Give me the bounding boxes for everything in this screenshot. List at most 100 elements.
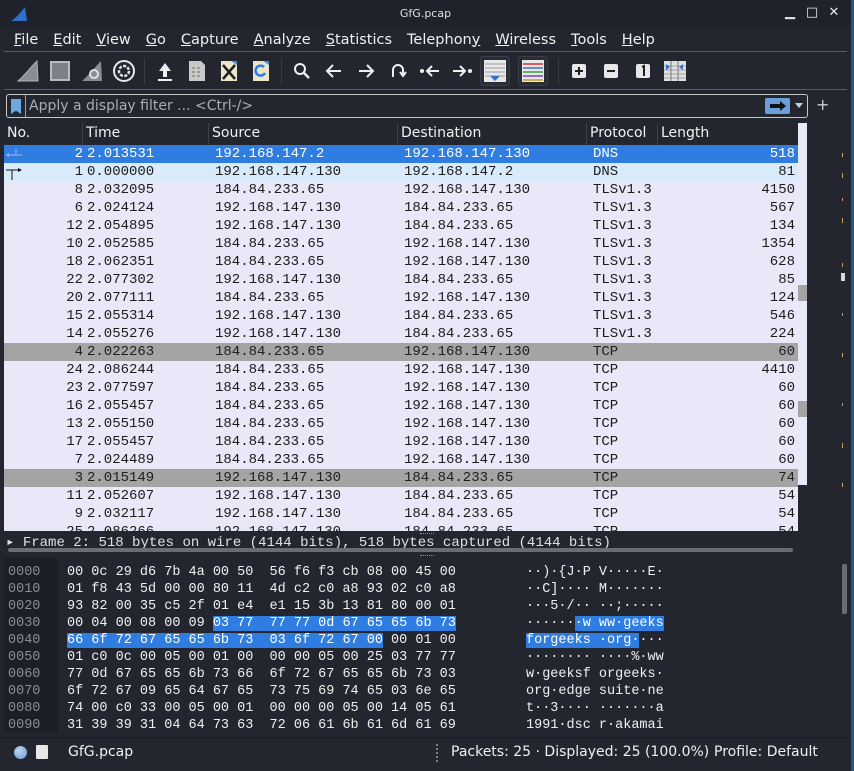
go-to-packet-button[interactable] (384, 57, 412, 85)
ascii-bytes[interactable]: forgeeks ·org···· (526, 632, 664, 649)
ascii-bytes[interactable]: 1991·dsc r·akamai (526, 717, 664, 734)
hex-bytes[interactable]: 77 0d 67 65 65 6b 73 66 6f 72 67 65 65 6… (67, 666, 456, 683)
expert-info-icon[interactable] (14, 746, 27, 759)
cell-proto: TLSv1.3 (593, 182, 652, 198)
apply-filter-button[interactable] (765, 98, 790, 114)
profile-switcher[interactable]: Profile: Default (714, 744, 818, 760)
packet-row[interactable]: 16 2.055457 184.84.233.65 192.168.147.130 TC… (4, 397, 798, 415)
packet-row[interactable]: 2 2.013531 192.168.147.2 192.168.147.130 DNS… (4, 145, 798, 163)
ascii-bytes[interactable]: ·······w ww·geeks (526, 615, 664, 632)
column-header-source[interactable]: Source (209, 123, 398, 145)
menu-tools[interactable]: Tools (569, 32, 609, 48)
hex-segment: 6f 72 67 09 65 64 67 65 73 75 69 74 65 0… (67, 684, 456, 699)
column-header-destination[interactable]: Destination (398, 123, 587, 145)
add-filter-button[interactable]: + (816, 95, 829, 114)
packet-row[interactable]: 24 2.086244 184.84.233.65 192.168.147.130 TC… (4, 361, 798, 379)
colorize-button[interactable] (518, 55, 548, 86)
details-horizontal-scrollbar[interactable] (8, 548, 793, 552)
packet-row[interactable]: 7 2.024489 184.84.233.65 192.168.147.130 TCP… (4, 451, 798, 469)
column-header-length[interactable]: Length (658, 123, 798, 145)
stop-capture-button[interactable] (46, 57, 74, 85)
menu-analyze[interactable]: Analyze (252, 32, 313, 48)
packet-list-scrollbar[interactable] (798, 123, 807, 485)
packet-row[interactable]: 18 2.062351 184.84.233.65 192.168.147.130 TL… (4, 253, 798, 271)
capture-comment-icon[interactable] (36, 745, 48, 759)
zoom-out-button[interactable] (597, 57, 625, 85)
save-file-button[interactable] (183, 57, 211, 85)
menu-help[interactable]: Help (620, 32, 657, 48)
packet-row[interactable]: 3 2.015149 192.168.147.130 184.84.233.65 TCP… (4, 469, 798, 487)
ascii-bytes[interactable]: w·geeksf orgeeks· (526, 666, 664, 683)
menu-statistics[interactable]: Statistics (324, 32, 394, 48)
packet-row[interactable]: 9 2.032117 192.168.147.130 184.84.233.65 TCP… (4, 505, 798, 523)
packet-row[interactable]: 11 2.052607 192.168.147.130 184.84.233.65 TC… (4, 487, 798, 505)
packet-row[interactable]: 23 2.077597 184.84.233.65 192.168.147.130 TC… (4, 379, 798, 397)
packet-row[interactable]: 20 2.077111 184.84.233.65 192.168.147.130 TL… (4, 289, 798, 307)
packet-row[interactable]: 10 2.052585 184.84.233.65 192.168.147.130 TL… (4, 235, 798, 253)
menu-file[interactable]: File (12, 32, 40, 48)
column-header-time[interactable]: Time (83, 123, 209, 145)
packet-row[interactable]: 17 2.055457 184.84.233.65 192.168.147.130 TC… (4, 433, 798, 451)
restart-capture-button[interactable] (78, 57, 106, 85)
packet-row[interactable]: 8 2.032095 184.84.233.65 192.168.147.130 TLS… (4, 181, 798, 199)
close-file-button[interactable] (215, 57, 243, 85)
auto-scroll-button[interactable] (480, 55, 510, 86)
resize-columns-button[interactable] (661, 57, 689, 85)
filter-history-dropdown[interactable] (795, 103, 803, 108)
packet-row[interactable]: 22 2.077302 192.168.147.130 184.84.233.65 TL… (4, 271, 798, 289)
packet-minimap[interactable] (840, 123, 846, 531)
packet-row[interactable]: 4 2.022263 184.84.233.65 192.168.147.130 TCP… (4, 343, 798, 361)
ascii-bytes[interactable]: ··C]···· M······· (526, 581, 664, 598)
packet-row[interactable]: 13 2.055150 184.84.233.65 192.168.147.130 TC… (4, 415, 798, 433)
ascii-bytes[interactable]: ··)·{J·P V·····E· (526, 564, 664, 581)
menu-wireless[interactable]: Wireless (493, 32, 558, 48)
ascii-bytes[interactable]: t··3···· ·······a (526, 700, 664, 717)
capture-options-button[interactable] (110, 57, 138, 85)
filter-bookmark-icon[interactable] (11, 99, 21, 114)
ascii-bytes[interactable]: org·edge suite·ne (526, 683, 664, 700)
hex-bytes[interactable]: 01 c0 0c 00 05 00 01 00 00 00 05 00 25 0… (67, 649, 456, 666)
maximize-button[interactable]: □ (804, 5, 820, 21)
toolbar-separator (144, 57, 145, 84)
reload-file-button[interactable] (247, 57, 275, 85)
close-button[interactable]: ✕ (826, 5, 842, 21)
column-header-no[interactable]: No. (4, 123, 83, 145)
start-capture-button[interactable] (14, 57, 42, 85)
hex-bytes[interactable]: 66 6f 72 67 65 65 6b 73 03 6f 72 67 00 0… (67, 632, 456, 649)
hex-bytes[interactable]: 01 f8 43 5d 00 00 80 11 4d c2 c0 a8 93 0… (67, 581, 456, 598)
menu-capture[interactable]: Capture (179, 32, 241, 48)
hex-bytes[interactable]: 00 0c 29 d6 7b 4a 00 50 56 f6 f3 cb 08 0… (67, 564, 456, 581)
zoom-in-button[interactable] (565, 57, 593, 85)
minimize-button[interactable]: ▁ (782, 5, 798, 21)
hex-bytes[interactable]: 00 04 00 08 00 09 03 77 77 77 0d 67 65 6… (67, 615, 456, 632)
find-packet-button[interactable] (288, 57, 316, 85)
ascii-bytes[interactable]: ···5·/·· ··;····· (526, 598, 664, 615)
packet-row[interactable]: 6 2.024124 192.168.147.130 184.84.233.65 TLS… (4, 199, 798, 217)
open-file-button[interactable] (151, 57, 179, 85)
packet-row[interactable]: 14 2.055276 192.168.147.130 184.84.233.65 TL… (4, 325, 798, 343)
hex-bytes[interactable]: 74 00 c0 33 00 05 00 01 00 00 00 05 00 1… (67, 700, 456, 717)
packet-row[interactable]: 1 0.000000 192.168.147.130 192.168.147.2 DNS… (4, 163, 798, 181)
normal-size-button[interactable] (629, 57, 657, 85)
menu-view[interactable]: View (94, 32, 132, 48)
go-back-button[interactable] (320, 57, 348, 85)
hex-bytes[interactable]: 93 82 00 35 c5 2f 01 e4 e1 15 3b 13 81 8… (67, 598, 456, 615)
start-capture-icon (16, 59, 39, 81)
go-forward-button[interactable] (352, 57, 380, 85)
menu-telephony[interactable]: Telephony (405, 32, 482, 48)
packet-row[interactable]: 252.086266192.168.147.130184.84.233.65TC… (4, 523, 798, 531)
packet-row[interactable]: 15 2.055314 192.168.147.130 184.84.233.65 TL… (4, 307, 798, 325)
hex-bytes[interactable]: 6f 72 67 09 65 64 67 65 73 75 69 74 65 0… (67, 683, 456, 700)
go-last-packet-button[interactable] (448, 57, 476, 85)
column-header-protocol[interactable]: Protocol (587, 123, 658, 145)
cell-proto: TCP (593, 452, 619, 468)
menu-edit[interactable]: Edit (51, 32, 83, 48)
resize-columns-icon (664, 60, 686, 81)
bytes-scrollbar[interactable] (842, 564, 847, 614)
menu-go[interactable]: Go (144, 32, 168, 48)
display-filter-input[interactable] (29, 96, 759, 116)
ascii-bytes[interactable]: ········ ····%·ww (526, 649, 664, 666)
go-first-packet-button[interactable] (416, 57, 444, 85)
hex-bytes[interactable]: 31 39 39 31 04 64 73 63 72 06 61 6b 61 6… (67, 717, 456, 734)
packet-row[interactable]: 12 2.054895 192.168.147.130 184.84.233.65 TL… (4, 217, 798, 235)
